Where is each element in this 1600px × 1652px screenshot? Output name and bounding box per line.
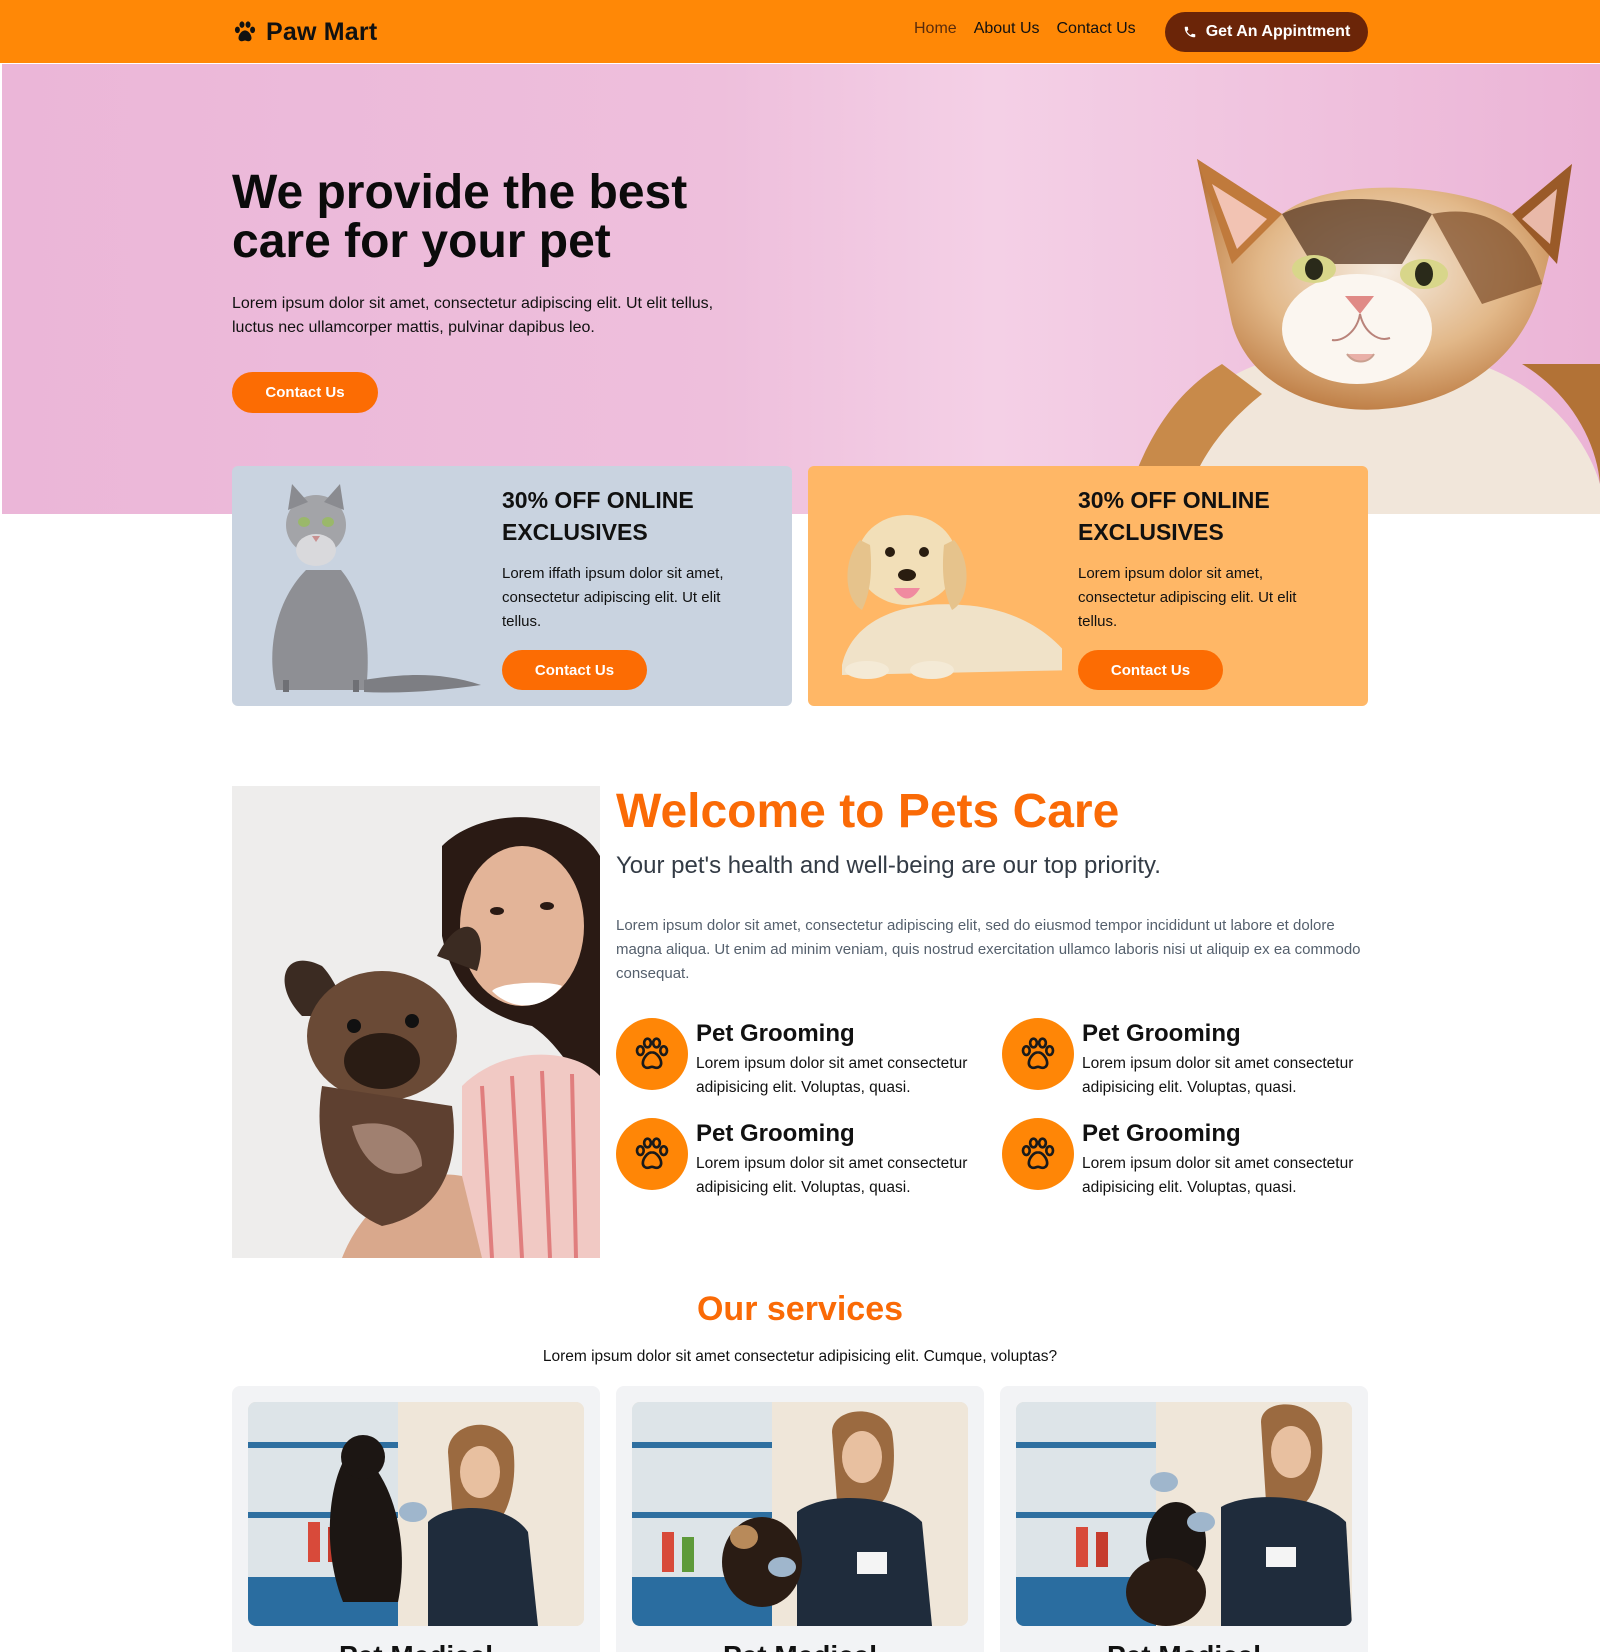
feature-text: Lorem ipsum dolor sit amet consectetur a…	[696, 1155, 968, 1196]
paw-icon	[1021, 1137, 1055, 1170]
get-appointment-button[interactable]: Get An Appintment	[1165, 12, 1368, 52]
feature-text: Lorem ipsum dolor sit amet consectetur a…	[1082, 1155, 1354, 1196]
nav-link-about-us[interactable]: About Us	[974, 20, 1040, 38]
service-card[interactable]: Pet Medical	[1000, 1386, 1368, 1652]
promo-title: 30% OFF ONLINE EXCLUSIVES	[502, 487, 694, 545]
hero-cat-image	[1122, 159, 1600, 514]
service-title: Pet Medical	[616, 1640, 984, 1652]
feature-text: Lorem ipsum dolor sit amet consectetur a…	[696, 1055, 968, 1096]
service-card[interactable]: Pet Medical	[616, 1386, 984, 1652]
services-title: Our services	[696, 1290, 904, 1328]
feature-item: Pet Grooming Lorem ipsum dolor sit amet …	[1002, 1018, 1372, 1098]
promo-contact-button[interactable]: Contact Us	[1078, 650, 1223, 690]
hero-text: Lorem ipsum dolor sit amet, consectetur …	[232, 295, 714, 336]
feature-title: Pet Grooming	[1082, 1120, 1241, 1147]
hero-title: We provide the best care for your pet	[232, 166, 688, 268]
paw-icon	[635, 1037, 669, 1070]
paw-icon	[234, 21, 256, 42]
promo-text: Lorem ipsum dolor sit amet, consectetur …	[1078, 565, 1297, 630]
promo-text: Lorem iffath ipsum dolor sit amet, conse…	[502, 565, 724, 630]
brand-logo[interactable]: Paw Mart	[232, 15, 377, 49]
welcome-subtitle: Your pet's health and well-being are our…	[616, 852, 1161, 879]
hero-contact-button[interactable]: Contact Us	[232, 372, 378, 413]
welcome-text: Lorem ipsum dolor sit amet, consectetur …	[616, 917, 1361, 982]
navbar: Paw Mart Home About Us Contact Us Get An…	[0, 0, 1600, 63]
promo-contact-button[interactable]: Contact Us	[502, 650, 647, 690]
service-title: Pet Medical	[1000, 1640, 1368, 1652]
brand-name: Paw Mart	[266, 17, 378, 46]
welcome-title: Welcome to Pets Care	[616, 785, 1120, 838]
nav-link-contact-us[interactable]: Contact Us	[1057, 20, 1136, 38]
hero-banner: We provide the best care for your pet Lo…	[2, 64, 1600, 514]
nav-link-home[interactable]: Home	[914, 20, 957, 38]
feature-item: Pet Grooming Lorem ipsum dolor sit amet …	[616, 1018, 986, 1098]
nav-menu: Home About Us Contact Us	[914, 20, 1136, 38]
feature-title: Pet Grooming	[696, 1120, 855, 1147]
phone-icon	[1184, 26, 1195, 38]
paw-icon	[1021, 1037, 1055, 1070]
feature-text: Lorem ipsum dolor sit amet consectetur a…	[1082, 1055, 1354, 1096]
promo-card: 30% OFF ONLINE EXCLUSIVES Lorem ipsum do…	[808, 466, 1368, 706]
get-appointment-label: Get An Appintment	[1205, 23, 1351, 40]
promo-cat-image	[272, 484, 481, 693]
feature-title: Pet Grooming	[696, 1020, 855, 1047]
feature-item: Pet Grooming Lorem ipsum dolor sit amet …	[1002, 1118, 1372, 1198]
feature-title: Pet Grooming	[1082, 1020, 1241, 1047]
service-vet-dog-image	[632, 1402, 968, 1626]
services-text: Lorem ipsum dolor sit amet consectetur a…	[542, 1348, 1058, 1365]
feature-icon-badge	[616, 1018, 688, 1090]
feature-icon-badge	[1002, 1018, 1074, 1090]
service-card[interactable]: Pet Medical	[232, 1386, 600, 1652]
service-title: Pet Medical	[232, 1640, 600, 1652]
service-vet-dog-image	[1016, 1402, 1352, 1626]
promo-title: 30% OFF ONLINE EXCLUSIVES	[1078, 487, 1270, 545]
welcome-woman-dog-image	[232, 786, 600, 1258]
promo-card: 30% OFF ONLINE EXCLUSIVES Lorem iffath i…	[232, 466, 792, 706]
feature-icon-badge	[1002, 1118, 1074, 1190]
paw-icon	[635, 1137, 669, 1170]
promo-puppy-image	[842, 515, 1062, 679]
feature-icon-badge	[616, 1118, 688, 1190]
service-vet-dog-image	[248, 1402, 584, 1626]
feature-item: Pet Grooming Lorem ipsum dolor sit amet …	[616, 1118, 986, 1198]
